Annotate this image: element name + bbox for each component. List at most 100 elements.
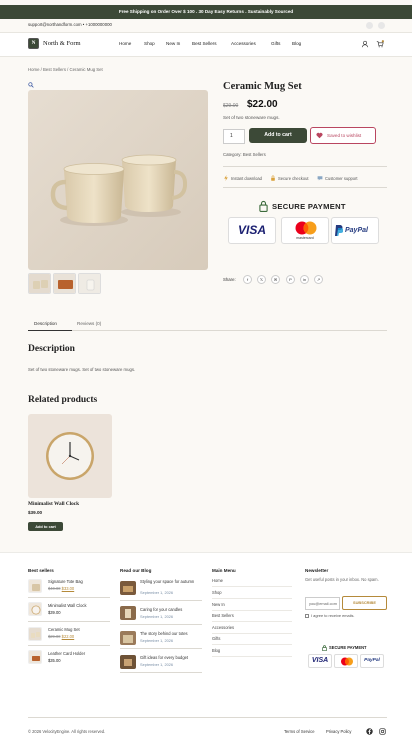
footer-menu-accessories[interactable]: Accessories (212, 625, 234, 631)
blog-post-title[interactable]: Caring for your candles (140, 607, 202, 613)
footer-product-price: $39.00 (48, 610, 61, 615)
product-thumbnail[interactable] (53, 273, 76, 294)
footer-menu-blog[interactable]: Blog (212, 648, 220, 654)
related-add-to-cart-button[interactable]: Add to cart (28, 522, 63, 531)
instagram-icon[interactable] (379, 728, 386, 735)
paypal-card: PayPal (331, 217, 379, 244)
divider (212, 598, 292, 599)
account-icon[interactable] (361, 40, 369, 48)
footer-menu-best-sellers[interactable]: Best Sellers (212, 613, 234, 619)
nav-shop[interactable]: Shop (144, 40, 155, 48)
divider (212, 633, 292, 634)
terms-link[interactable]: Terms of Service (284, 728, 314, 735)
blog-post-title[interactable]: Gift ideas for every budget (140, 655, 202, 661)
nav-new-in[interactable]: New In (166, 40, 180, 48)
lightning-icon (224, 175, 228, 181)
add-to-cart-button[interactable]: Add to cart (249, 128, 307, 143)
product-main-image[interactable] (28, 90, 208, 270)
footer-product-name[interactable]: Leather Card Holder (48, 651, 85, 657)
footer-product-name[interactable]: Ceramic Mug Set (48, 627, 80, 633)
footer-menu-gifts[interactable]: Gifts (212, 636, 220, 642)
lock-icon (271, 175, 275, 181)
copyright: © 2026 VelocityEngine. All rights reserv… (28, 729, 106, 734)
description-text: Set of two stoneware mugs. Set of two st… (28, 367, 136, 372)
footer-product-image[interactable] (28, 627, 42, 641)
footer-menu-new-in[interactable]: New In (212, 602, 225, 608)
email-share-icon[interactable]: ✉ (271, 275, 280, 284)
agree-checkbox[interactable] (305, 614, 309, 618)
related-heading: Related products (28, 395, 98, 405)
old-price: $29.00 (223, 103, 239, 109)
tab-reviews[interactable]: Reviews (0) (77, 320, 101, 327)
footer-product-price: $29.00 $22.00 (48, 634, 75, 639)
footer-product-image[interactable] (28, 650, 42, 664)
brand-logo[interactable]: N (28, 38, 39, 49)
breadcrumb[interactable]: Home / Best Sellers / Ceramic Mug Set (28, 66, 103, 73)
footer-product-image[interactable] (28, 602, 42, 616)
cart-icon[interactable] (376, 40, 384, 48)
footer-best-sellers-title: Best sellers (28, 568, 54, 573)
blog-thumbnail[interactable] (120, 606, 136, 620)
footer-divider (28, 717, 387, 718)
blog-post-title[interactable]: The story behind our totes (140, 631, 202, 637)
facebook-icon[interactable] (366, 728, 373, 735)
newsletter-text: Get useful posts in your inbox. No spam. (305, 577, 379, 582)
tab-description[interactable]: Description (34, 320, 57, 327)
divider (120, 624, 202, 625)
zoom-icon[interactable] (28, 82, 34, 88)
blog-thumbnail[interactable] (120, 655, 136, 669)
product-category[interactable]: Category: Best Sellers (223, 151, 266, 158)
privacy-link[interactable]: Privacy Policy (326, 728, 351, 735)
product-thumbnail[interactable] (28, 273, 51, 294)
mastercard-card: mastercard (281, 217, 329, 244)
blog-post-title[interactable]: Styling your space for autumn (140, 579, 202, 585)
subscribe-button[interactable]: SUBSCRIBE (342, 596, 387, 610)
x-share-icon[interactable]: 𝕏 (257, 275, 266, 284)
footer-visa-card: VISA (308, 654, 332, 668)
feature-instant-download: Instant download (231, 176, 262, 181)
secure-payment-title: SECURE PAYMENT (272, 202, 346, 211)
blog-post-date: September 1, 2026 (140, 590, 174, 595)
related-product-name[interactable]: Minimalist Wall Clock (28, 500, 79, 508)
blog-thumbnail[interactable] (120, 581, 136, 595)
divider (28, 645, 110, 646)
nav-best-sellers[interactable]: Best Sellers (192, 40, 217, 48)
blog-post-date: September 1, 2026 (140, 614, 174, 619)
footer-menu-shop[interactable]: Shop (212, 590, 222, 596)
description-heading: Description (28, 344, 75, 354)
product-thumbnail[interactable] (78, 273, 101, 294)
product-title: Ceramic Mug Set (223, 81, 302, 92)
divider (212, 644, 292, 645)
nav-home[interactable]: Home (119, 40, 131, 48)
pinterest-share-icon[interactable]: P (286, 275, 295, 284)
nav-blog[interactable]: Blog (292, 40, 301, 48)
related-product-image[interactable] (28, 414, 112, 498)
footer-paypal-card: PayPal (360, 654, 384, 668)
footer-product-name[interactable]: Minimalist Wall Clock (48, 603, 87, 609)
mastercard-icon (295, 221, 317, 235)
divider (223, 166, 387, 167)
footer-menu-title: Main Menu (212, 568, 236, 573)
footer-product-image[interactable] (28, 579, 42, 593)
footer-menu-home[interactable]: Home (212, 578, 223, 584)
divider (28, 621, 110, 622)
blog-post-date: September 1, 2026 (140, 662, 174, 667)
footer-product-name[interactable]: Signature Tote Bag (48, 579, 83, 585)
nav-accessories[interactable]: Accessories (231, 40, 256, 48)
blog-thumbnail[interactable] (120, 631, 136, 645)
current-price: $22.00 (247, 99, 278, 110)
active-tab-indicator (28, 330, 72, 331)
newsletter-email-input[interactable]: you@email.com (305, 597, 340, 610)
feature-secure-checkout: Secure checkout (278, 176, 309, 181)
brand-name[interactable]: North & Form (43, 39, 81, 49)
footer-blog-title: Read our Blog (120, 568, 152, 573)
instagram-icon[interactable] (378, 22, 385, 29)
facebook-share-icon[interactable]: f (243, 275, 252, 284)
divider (120, 672, 202, 673)
copy-link-icon[interactable]: ↗ (314, 275, 323, 284)
divider (212, 610, 292, 611)
linkedin-share-icon[interactable]: in (300, 275, 309, 284)
facebook-icon[interactable] (366, 22, 373, 29)
quantity-input[interactable]: 1 (223, 129, 245, 144)
nav-gifts[interactable]: Gifts (271, 40, 280, 48)
